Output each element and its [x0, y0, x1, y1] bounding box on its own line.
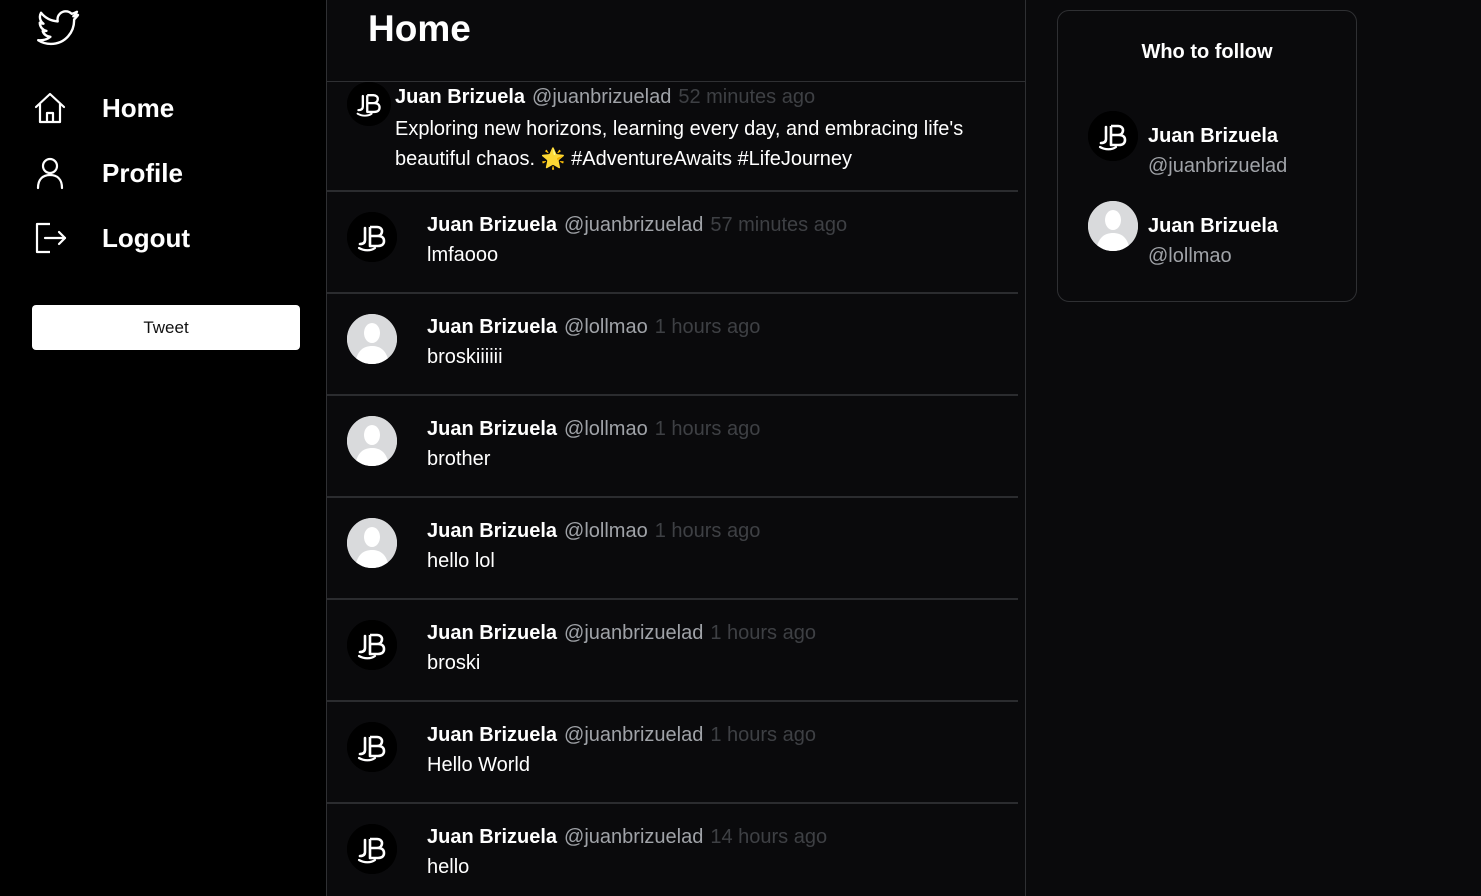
- tweet-text: Hello World: [427, 754, 530, 776]
- jb-logo-avatar[interactable]: [1088, 111, 1138, 161]
- nav-logout-label: Logout: [102, 222, 191, 253]
- tweet-header: Juan Brizuela @juanbrizuelad 57 minutes ag…: [427, 214, 847, 237]
- user-icon: [30, 153, 70, 193]
- jb-logo-avatar[interactable]: [347, 824, 397, 874]
- tweet-handle[interactable]: @juanbrizuelad: [564, 724, 703, 746]
- tweet-timestamp: 1 hours ago: [654, 418, 761, 440]
- tweet-item[interactable]: Juan Brizuela @juanbrizuelad 57 minutes ag…: [327, 192, 1018, 294]
- tweet-author[interactable]: Juan Brizuela: [427, 214, 557, 236]
- tweet-timestamp: 14 hours ago: [710, 826, 828, 848]
- jb-logo-avatar[interactable]: [347, 722, 397, 772]
- tweet-handle[interactable]: @juanbrizuelad: [532, 86, 671, 108]
- default-avatar[interactable]: [347, 518, 397, 568]
- tweet-timestamp: 1 hours ago: [654, 520, 761, 542]
- nav-profile[interactable]: Profile: [30, 151, 300, 195]
- tweet-author[interactable]: Juan Brizuela: [427, 724, 557, 746]
- follow-suggestion[interactable]: Juan Brizuela @juanbrizuelad: [1088, 111, 1338, 181]
- nav-logout[interactable]: Logout: [30, 216, 300, 260]
- page-title: Home: [368, 8, 471, 49]
- tweet-item[interactable]: Juan Brizuela @juanbrizuelad 1 hours ago H…: [327, 702, 1018, 804]
- tweet-header: Juan Brizuela @juanbrizuelad 1 hours ago: [427, 622, 816, 645]
- tweet-timestamp: 1 hours ago: [710, 724, 816, 746]
- tweet-timestamp: 1 hours ago: [654, 316, 761, 338]
- tweet-item[interactable]: Juan Brizuela @lollmao 1 hours ago broskii…: [327, 294, 1018, 396]
- tweet-timestamp: 1 hours ago: [710, 622, 816, 644]
- home-feed[interactable]: Home Juan Brizuela @juanbrizuelad 52 minut…: [326, 0, 1026, 896]
- tweet-text: broskiiiiii: [427, 346, 503, 368]
- jb-logo-avatar[interactable]: [347, 212, 397, 262]
- tweet-header: Juan Brizuela @juanbrizuelad 1 hours ago: [427, 724, 816, 747]
- follow-handle[interactable]: @juanbrizuelad: [1148, 155, 1287, 178]
- tweet-handle[interactable]: @lollmao: [564, 418, 648, 440]
- default-avatar[interactable]: [347, 314, 397, 364]
- jb-logo-avatar[interactable]: [347, 620, 397, 670]
- tweet-handle[interactable]: @juanbrizuelad: [564, 622, 703, 644]
- tweet-handle[interactable]: @lollmao: [564, 316, 648, 338]
- nav-home-label: Home: [102, 92, 175, 123]
- default-avatar[interactable]: [1088, 201, 1138, 251]
- twitter-bird-icon[interactable]: [34, 8, 82, 52]
- left-sidebar: Home Profile Logout Tweet: [0, 0, 326, 896]
- logout-icon: [30, 218, 70, 258]
- tweet-author[interactable]: Juan Brizuela: [395, 86, 525, 108]
- tweet-text: Exploring new horizons, learning every d…: [395, 118, 964, 170]
- tweet-text: hello: [427, 856, 470, 878]
- tweet-timestamp: 52 minutes ago: [678, 86, 816, 108]
- tweet-text: brother: [427, 448, 491, 470]
- tweet-header: Juan Brizuela @lollmao 1 hours ago: [427, 520, 760, 543]
- tweet-item[interactable]: Juan Brizuela @lollmao 1 hours ago brother: [327, 396, 1018, 498]
- tweet-author[interactable]: Juan Brizuela: [427, 520, 557, 542]
- tweet-item[interactable]: Juan Brizuela @juanbrizuelad 52 minutes ag…: [327, 82, 1018, 192]
- tweet-button[interactable]: Tweet: [32, 305, 300, 350]
- nav-profile-label: Profile: [102, 157, 183, 188]
- tweet-author[interactable]: Juan Brizuela: [427, 826, 557, 848]
- tweet-author[interactable]: Juan Brizuela: [427, 418, 557, 440]
- tweet-handle[interactable]: @juanbrizuelad: [564, 214, 703, 236]
- follow-suggestion[interactable]: Juan Brizuela @lollmao: [1088, 201, 1338, 271]
- follow-name[interactable]: Juan Brizuela: [1148, 125, 1278, 148]
- tweet-text: hello lol: [427, 550, 495, 572]
- tweet-item[interactable]: Juan Brizuela @juanbrizuelad 14 hours ago …: [327, 804, 1018, 896]
- tweet-item[interactable]: Juan Brizuela @juanbrizuelad 1 hours ago b…: [327, 600, 1018, 702]
- tweet-handle[interactable]: @lollmao: [564, 520, 648, 542]
- tweet-author[interactable]: Juan Brizuela: [427, 316, 557, 338]
- tweet-text: lmfaooo: [427, 244, 499, 266]
- tweet-text: broski: [427, 652, 481, 674]
- tweet-header: Juan Brizuela @juanbrizuelad 52 minutes ag…: [395, 86, 815, 109]
- home-icon: [30, 88, 70, 128]
- who-to-follow-card: Who to follow Juan Brizuela @juanbrizuel…: [1057, 10, 1357, 302]
- nav-home[interactable]: Home: [30, 86, 300, 130]
- tweet-header: Juan Brizuela @lollmao 1 hours ago: [427, 316, 760, 339]
- who-to-follow-title: Who to follow: [1141, 41, 1273, 63]
- follow-name[interactable]: Juan Brizuela: [1148, 215, 1278, 238]
- tweet-item[interactable]: Juan Brizuela @lollmao 1 hours ago hello l…: [327, 498, 1018, 600]
- jb-logo-avatar[interactable]: [347, 82, 391, 126]
- tweet-header: Juan Brizuela @juanbrizuelad 14 hours ago: [427, 826, 827, 849]
- feed-header: Home: [327, 0, 1025, 82]
- tweet-author[interactable]: Juan Brizuela: [427, 622, 557, 644]
- tweet-handle[interactable]: @juanbrizuelad: [564, 826, 703, 848]
- tweet-header: Juan Brizuela @lollmao 1 hours ago: [427, 418, 760, 441]
- default-avatar[interactable]: [347, 416, 397, 466]
- follow-handle[interactable]: @lollmao: [1148, 245, 1232, 268]
- tweet-timestamp: 57 minutes ago: [710, 214, 848, 236]
